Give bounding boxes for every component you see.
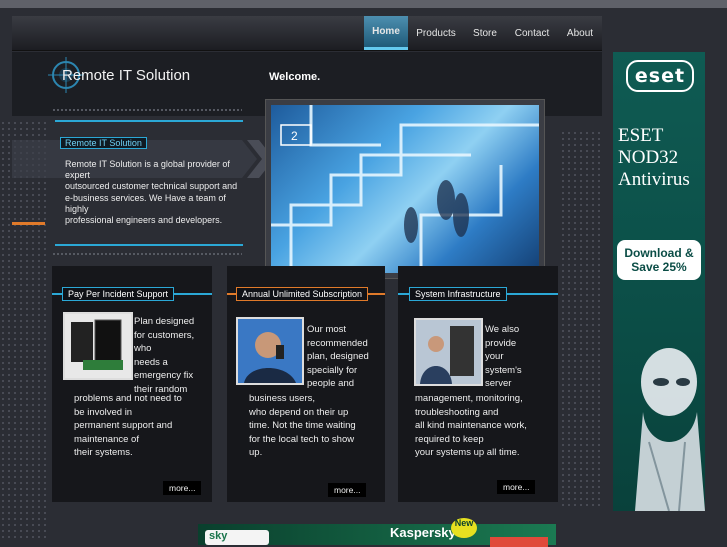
nav-store[interactable]: Store [466, 16, 504, 50]
card-text-right: We also provide your system's server [485, 324, 522, 389]
kaspersky-logo: sky [205, 530, 269, 545]
top-strip [0, 0, 727, 8]
welcome-heading: Welcome. [269, 71, 321, 83]
dot-divider [52, 252, 242, 257]
card-title[interactable]: System Infrastructure [409, 287, 507, 301]
site-brand[interactable]: Remote IT Solution [62, 67, 190, 84]
nav-home[interactable]: Home [364, 16, 408, 50]
kaspersky-button[interactable] [490, 537, 548, 547]
card-text-right: Plan designed for customers, who needs a… [134, 316, 195, 395]
more-button[interactable]: more... [497, 480, 536, 494]
nav-about[interactable]: About [560, 16, 600, 50]
card-text: management, monitoring, troubleshooting … [415, 393, 527, 458]
nav-products[interactable]: Products [411, 16, 461, 50]
card-text: business users, who depend on their up t… [249, 393, 356, 458]
card-thumbnail [236, 317, 304, 385]
card-thumbnail [63, 312, 133, 380]
new-badge: New [451, 518, 477, 538]
orange-accent-bar [12, 222, 45, 225]
more-button[interactable]: more... [328, 483, 367, 497]
hero-image: 2 [271, 105, 539, 273]
about-text: Remote IT Solution is a global provider … [65, 159, 238, 226]
eset-title: ESET NOD32 Antivirus [618, 125, 690, 190]
background-dot-texture-right [560, 130, 604, 510]
dot-divider [52, 108, 242, 113]
card-thumbnail [414, 318, 483, 386]
card-text-right: Our most recommended plan, designed spec… [307, 324, 369, 389]
card-title[interactable]: Pay Per Incident Support [62, 287, 175, 301]
card-text: problems and not need to be involved in … [74, 393, 182, 458]
more-button[interactable]: more... [163, 481, 202, 495]
card-title[interactable]: Annual Unlimited Subscription [236, 287, 369, 301]
about-title: Remote IT Solution [60, 137, 147, 149]
eset-download-button[interactable]: Download & Save 25% [617, 240, 701, 280]
svg-text:2: 2 [291, 129, 298, 143]
kaspersky-title: Kaspersky [390, 525, 456, 540]
background-dot-texture [0, 120, 50, 540]
nav-contact[interactable]: Contact [510, 16, 554, 50]
eset-logo: eset [626, 60, 694, 92]
eset-ad-banner[interactable] [613, 52, 705, 511]
